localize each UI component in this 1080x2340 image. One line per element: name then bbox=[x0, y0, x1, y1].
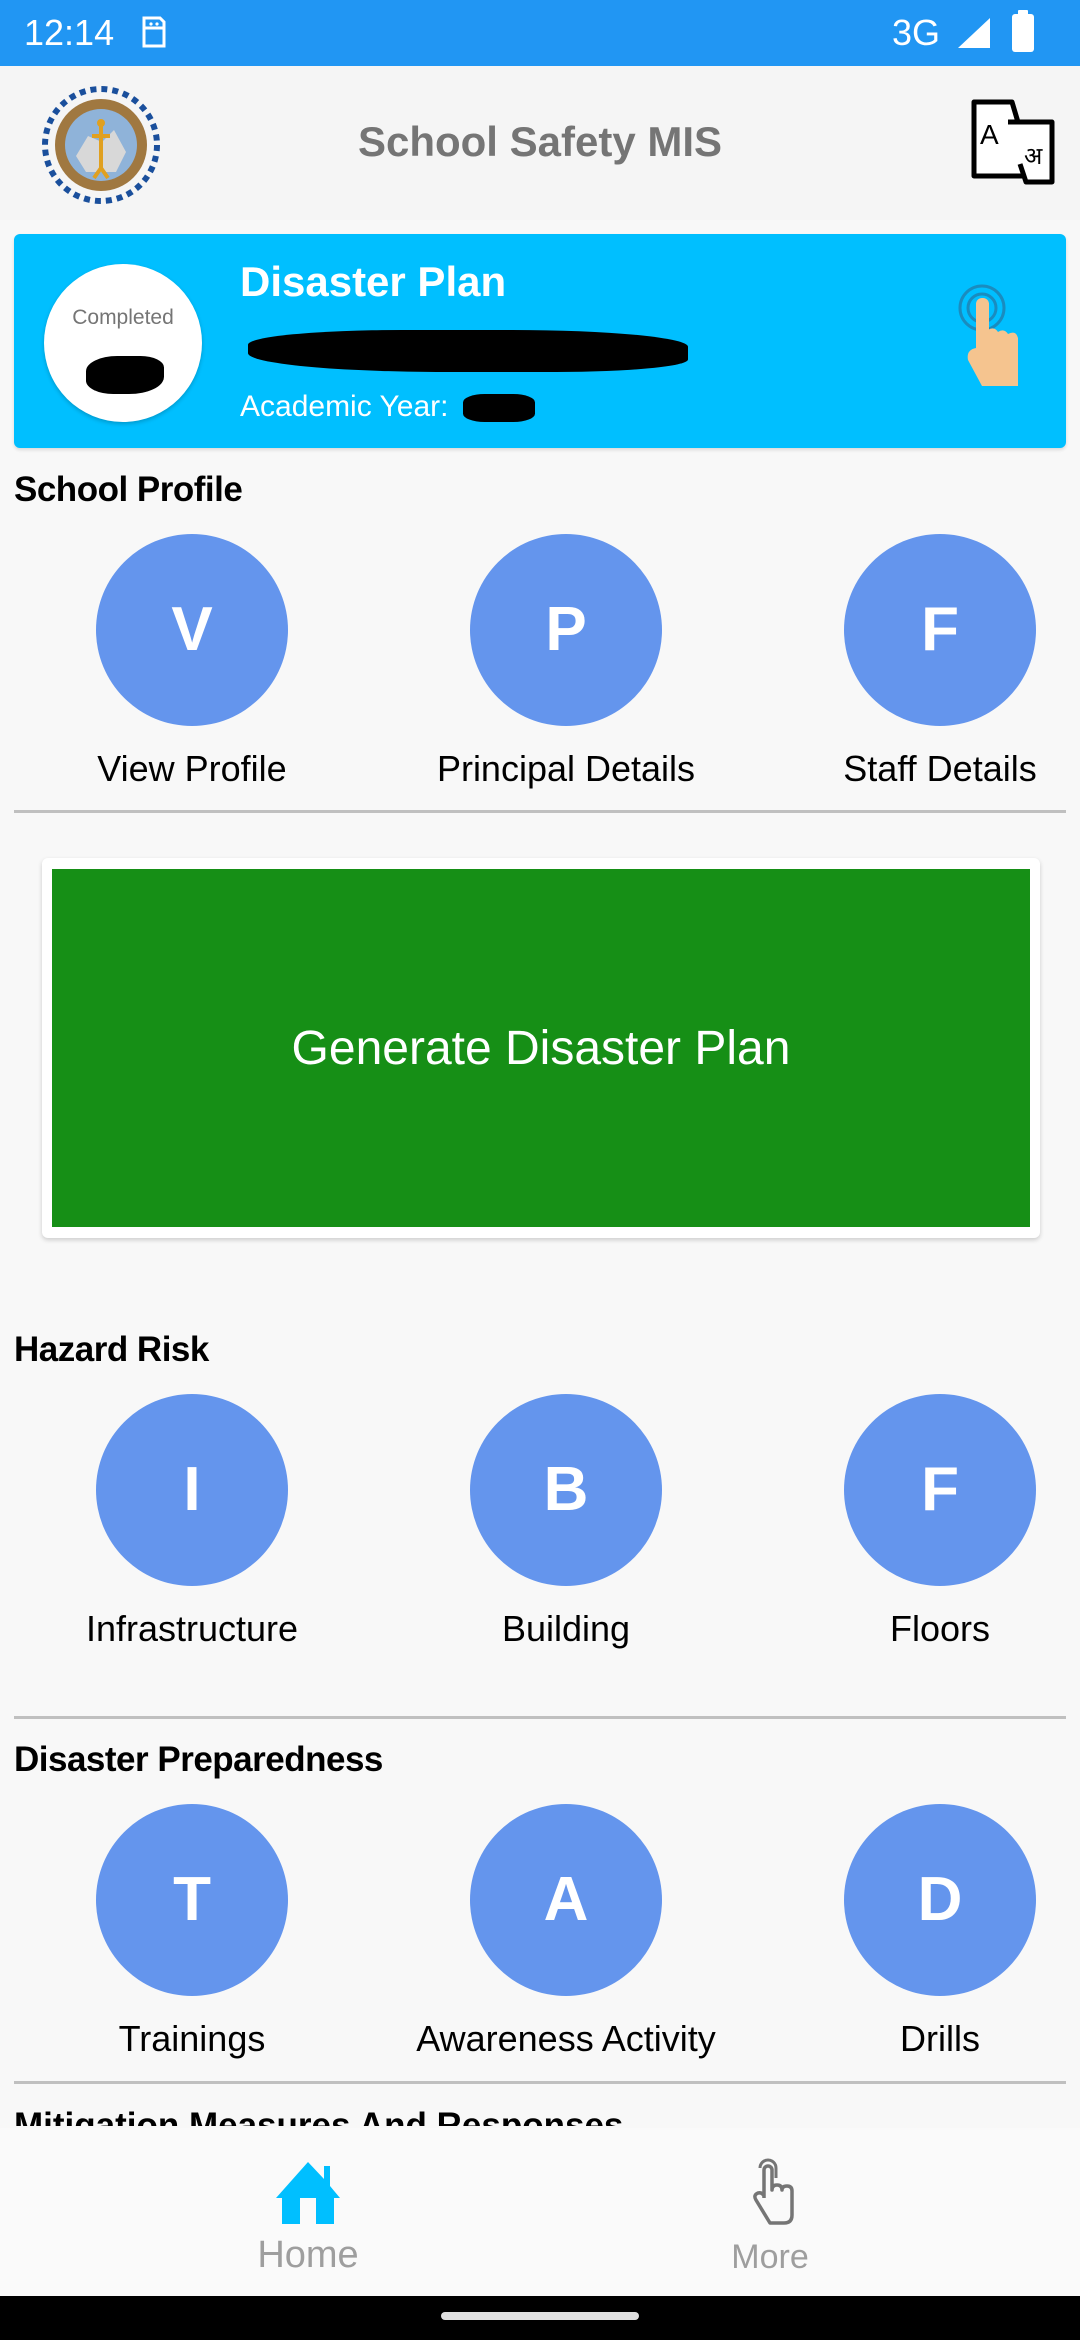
tile-staff-details[interactable]: F Staff Details bbox=[760, 534, 1080, 790]
tile-awareness-activity[interactable]: A Awareness Activity bbox=[386, 1804, 746, 2060]
nav-item-more[interactable]: More bbox=[620, 2158, 920, 2277]
divider bbox=[14, 1716, 1066, 1719]
tile-label: Principal Details bbox=[436, 748, 696, 789]
divider bbox=[14, 810, 1066, 813]
home-gesture-handle[interactable] bbox=[441, 2312, 639, 2320]
bottom-navigation: Home More bbox=[0, 2128, 1080, 2296]
infrastructure-letter-icon[interactable]: I bbox=[96, 1394, 288, 1586]
nav-item-home[interactable]: Home bbox=[158, 2158, 458, 2277]
plan-status-label: Completed bbox=[72, 306, 174, 329]
sim-icon bbox=[142, 16, 166, 48]
section-title-mitigation: Mitigation Measures And Responses bbox=[14, 2100, 623, 2126]
signal-icon bbox=[958, 18, 990, 48]
tile-label: Awareness Activity bbox=[416, 2018, 716, 2059]
awareness-activity-letter-icon[interactable]: A bbox=[470, 1804, 662, 1996]
section-title-mitigation-text: Mitigation Measures And Responses bbox=[14, 2106, 624, 2126]
tile-infrastructure[interactable]: I Infrastructure bbox=[12, 1394, 372, 1650]
principal-details-letter-icon[interactable]: P bbox=[470, 534, 662, 726]
view-profile-letter-icon[interactable]: V bbox=[96, 534, 288, 726]
tile-principal-details[interactable]: P Principal Details bbox=[386, 534, 746, 790]
app-bar: School Safety MIS A अ bbox=[0, 66, 1080, 220]
nav-label-home: Home bbox=[257, 2234, 359, 2276]
trainings-letter-icon[interactable]: T bbox=[96, 1804, 288, 1996]
tile-drills[interactable]: D Drills bbox=[760, 1804, 1080, 2060]
network-type: 3G bbox=[891, 12, 940, 53]
nav-label-more: More bbox=[731, 2238, 809, 2276]
tile-label: View Profile bbox=[97, 748, 287, 789]
tile-label: Trainings bbox=[118, 2018, 266, 2059]
status-time: 12:14 bbox=[24, 12, 115, 53]
system-navigation-bar bbox=[0, 2296, 1080, 2340]
drills-letter-icon[interactable]: D bbox=[844, 1804, 1036, 1996]
tile-label: Floors bbox=[889, 1608, 991, 1649]
tile-label: Drills bbox=[900, 2018, 980, 2059]
app-title: School Safety MIS bbox=[357, 118, 723, 165]
tile-label: Staff Details bbox=[843, 748, 1037, 789]
tile-building[interactable]: B Building bbox=[386, 1394, 746, 1650]
home-icon[interactable] bbox=[272, 2158, 344, 2228]
plan-title: Disaster Plan bbox=[240, 258, 507, 305]
academic-year: Academic Year: bbox=[240, 390, 535, 424]
status-bar: 12:14 3G bbox=[0, 0, 1080, 66]
translate-icon[interactable]: A अ bbox=[968, 98, 1058, 188]
tap-hand-icon[interactable] bbox=[734, 2158, 806, 2228]
tile-label: Infrastructure bbox=[85, 1608, 299, 1649]
academic-year-label: Academic Year: bbox=[240, 390, 449, 423]
tile-label: Building bbox=[501, 1608, 631, 1649]
svg-text:अ: अ bbox=[1024, 142, 1043, 170]
divider bbox=[14, 2081, 1066, 2084]
building-letter-icon[interactable]: B bbox=[470, 1394, 662, 1586]
section-title-disaster-preparedness: Disaster Preparedness bbox=[14, 1740, 383, 1779]
section-title-school-profile: School Profile bbox=[14, 470, 243, 509]
disaster-plan-card[interactable]: Completed Disaster Plan Academic Year: bbox=[14, 234, 1066, 448]
tile-trainings[interactable]: T Trainings bbox=[12, 1804, 372, 2060]
plan-status-badge: Completed bbox=[44, 264, 202, 422]
generate-disaster-plan-button[interactable]: Generate Disaster Plan bbox=[52, 869, 1030, 1227]
floors-letter-icon[interactable]: F bbox=[844, 1394, 1036, 1586]
svg-text:A: A bbox=[980, 119, 999, 150]
redacted-status-value bbox=[86, 356, 164, 394]
staff-details-letter-icon[interactable]: F bbox=[844, 534, 1036, 726]
battery-icon bbox=[1012, 10, 1034, 52]
section-title-hazard-risk: Hazard Risk bbox=[14, 1330, 209, 1369]
generate-plan-card: Generate Disaster Plan bbox=[42, 858, 1040, 1238]
redacted-academic-year bbox=[462, 394, 535, 423]
tile-view-profile[interactable]: V View Profile bbox=[12, 534, 372, 790]
tile-floors[interactable]: F Floors bbox=[760, 1394, 1080, 1650]
tap-hand-icon[interactable] bbox=[952, 276, 1052, 396]
redacted-school-name bbox=[248, 330, 688, 372]
